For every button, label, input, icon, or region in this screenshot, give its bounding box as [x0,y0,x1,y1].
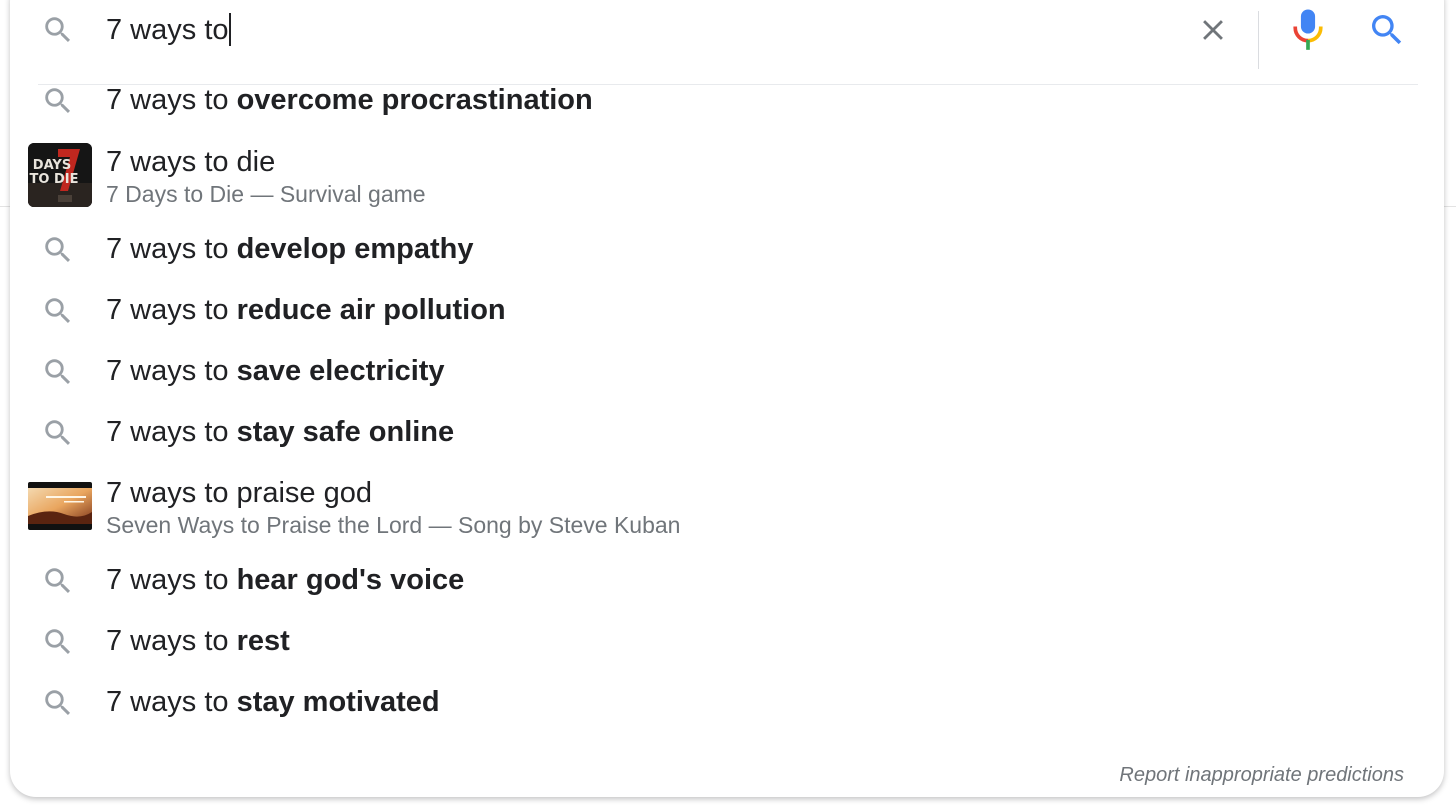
suggestion-item[interactable]: 7 ways to develop empathy [10,228,1444,272]
report-predictions-link[interactable]: Report inappropriate predictions [1119,764,1404,787]
suggestion-text: 7 ways to die [106,145,275,179]
search-icon [38,622,78,662]
suggestion-completion: overcome procrastination [236,84,593,116]
suggestion-text: 7 ways to stay motivated [106,685,440,719]
suggestion-text: 7 ways to rest [106,624,290,658]
suggestion-text: 7 ways to hear god's voice [106,563,464,597]
suggestion-completion: stay safe online [236,416,455,448]
suggestion-completion: rest [236,625,290,657]
song-thumbnail [28,482,92,530]
suggestion-subtitle: 7 Days to Die — Survival game [106,181,426,207]
suggestion-item[interactable]: 7 ways to reduce air pollution [10,289,1444,333]
suggestion-prefix: 7 ways to [106,686,237,718]
search-icon [38,413,78,453]
search-bar: 7 ways to [10,0,1444,69]
suggestion-prefix: 7 ways to [106,625,237,657]
suggestion-text: 7 ways to stay safe online [106,415,454,449]
close-icon [1203,20,1223,40]
suggestion-prefix: 7 ways to [106,233,237,265]
search-icon [38,10,78,50]
suggestion-prefix: 7 ways to [106,84,237,116]
clear-button[interactable] [1189,6,1237,54]
search-query-text: 7 ways to [106,14,229,46]
suggestion-item[interactable]: 7 ways to stay safe online [10,411,1444,455]
game-thumbnail: DAYS TO DIE [28,143,92,207]
suggestion-item-entity[interactable]: DAYS TO DIE 7 ways to die 7 Days to Die … [10,141,1444,213]
suggestion-text: 7 ways to praise god [106,476,372,510]
suggestion-prefix: 7 ways to [106,564,237,596]
suggestion-completion: develop empathy [236,233,474,265]
search-icon [38,230,78,270]
svg-text:TO DIE: TO DIE [30,172,79,187]
suggestion-text: 7 ways to develop empathy [106,232,473,266]
search-submit-icon [1372,15,1402,45]
suggestion-item[interactable]: 7 ways to stay motivated [10,681,1444,725]
suggestion-text: 7 ways to save electricity [106,354,445,388]
suggestion-completion: stay motivated [236,686,440,718]
suggestion-text: 7 ways to overcome procrastination [106,83,593,117]
suggestion-text: 7 ways to reduce air pollution [106,293,506,327]
text-caret [228,13,231,46]
suggestion-item[interactable]: 7 ways to overcome procrastination [10,79,1444,123]
suggestion-subtitle: Seven Ways to Praise the Lord — Song by … [106,512,681,538]
search-icon [38,291,78,331]
suggestion-prefix: 7 ways to [106,355,237,387]
suggestion-prefix: 7 ways to praise god [106,477,372,509]
suggestion-prefix: 7 ways to [106,294,237,326]
microphone-icon [1293,9,1323,50]
suggestion-completion: hear god's voice [236,564,465,596]
search-submit-button[interactable] [1363,6,1411,54]
suggestion-item[interactable]: 7 ways to hear god's voice [10,559,1444,603]
suggestion-completion: save electricity [236,355,445,387]
suggestion-item-entity[interactable]: 7 ways to praise god Seven Ways to Prais… [10,472,1444,544]
voice-search-button[interactable] [1284,6,1332,54]
search-input[interactable]: 7 ways to [106,13,231,47]
search-autocomplete-box: 7 ways to 7 ways to overcome procrastina… [10,0,1444,797]
toolbar-divider [1258,11,1259,69]
search-icon [38,561,78,601]
search-icon [38,683,78,723]
page: 7 ways to 7 ways to overcome procrastina… [0,0,1456,805]
suggestion-item[interactable]: 7 ways to save electricity [10,350,1444,394]
search-icon [38,81,78,121]
suggestion-completion: reduce air pollution [236,294,506,326]
suggestion-prefix: 7 ways to die [106,146,276,178]
suggestion-item[interactable]: 7 ways to rest [10,620,1444,664]
suggestion-prefix: 7 ways to [106,416,237,448]
search-icon [38,352,78,392]
thumbnail-logo-text: DAYS [33,158,71,173]
